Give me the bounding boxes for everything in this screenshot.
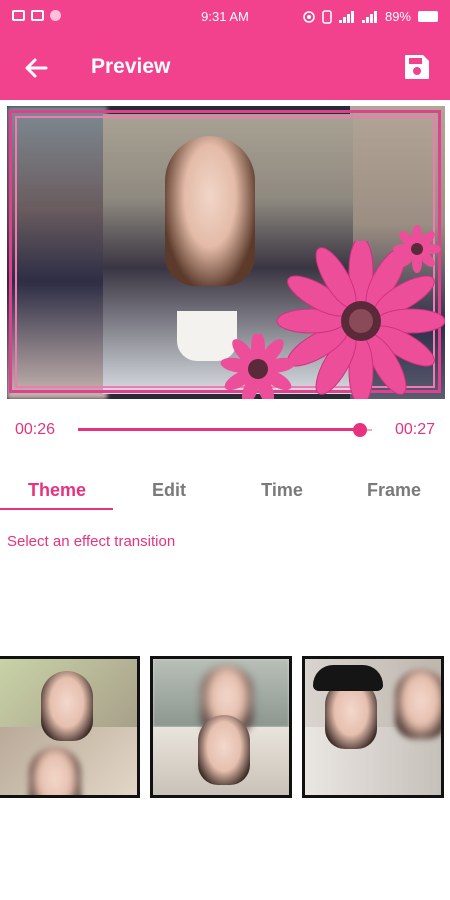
transition-thumbnail[interactable] [150,656,292,798]
active-tab-indicator [0,508,113,510]
status-bar: 9:31 AM 89% [0,0,450,34]
tab-time[interactable]: Time [226,480,338,501]
seek-thumb[interactable] [353,423,367,437]
video-preview[interactable] [7,106,445,399]
signal-icon [338,10,354,23]
app-bar: Preview [0,34,450,100]
transition-thumbnail[interactable] [302,656,444,798]
current-time: 00:26 [15,421,56,438]
tab-frame[interactable]: Frame [338,480,450,501]
arrow-back-icon[interactable] [20,52,52,84]
sync-icon [303,10,315,23]
page-title: Preview [91,55,171,78]
seek-progress [78,428,360,431]
signal-icon [361,10,377,23]
transition-thumbnail[interactable] [0,656,140,798]
playback-timeline: 00:26 00:27 [0,418,450,442]
save-icon[interactable] [402,52,432,82]
total-time: 00:27 [394,421,435,438]
battery-icon [418,11,438,22]
transition-list [0,656,450,798]
status-right-icons: 89% [303,9,438,24]
editor-tabs: Theme Edit Time Frame [0,470,450,512]
tab-theme[interactable]: Theme [1,480,113,501]
medium-flower-decoration [220,334,296,399]
tab-edit[interactable]: Edit [113,480,225,501]
small-flower-decoration [393,225,441,273]
phone-icon [322,9,332,24]
battery-percent: 89% [384,9,411,24]
transition-hint: Select an effect transition [7,533,176,550]
